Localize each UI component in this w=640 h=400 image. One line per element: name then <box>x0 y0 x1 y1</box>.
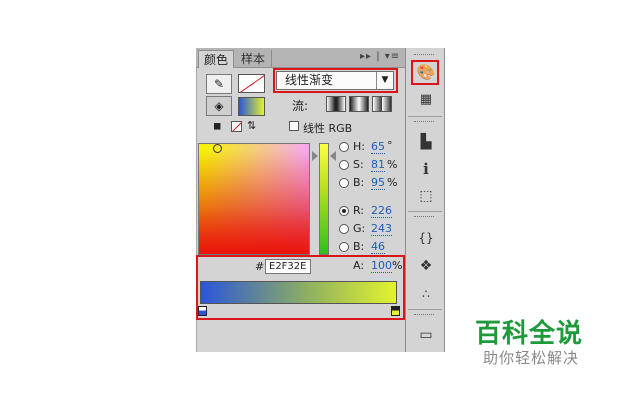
blue-label: B: <box>353 240 365 253</box>
hex-input[interactable]: E2F32E <box>265 259 311 274</box>
alpha-label: A: <box>353 259 365 272</box>
b-value[interactable]: 95 <box>371 176 385 190</box>
tab-color[interactable]: 颜色 <box>198 50 234 68</box>
strip-grip <box>414 216 434 219</box>
default-colors-icon[interactable]: ◼ <box>213 121 221 132</box>
s-unit: % <box>387 158 398 171</box>
gradient-bar[interactable] <box>200 281 397 304</box>
hex-prefix: # <box>255 260 265 273</box>
fill-type-select[interactable]: 线性渐变 ▼ <box>276 71 394 90</box>
s-radio[interactable] <box>339 160 349 170</box>
linear-rgb-checkbox[interactable] <box>289 121 299 131</box>
fill-type-value: 线性渐变 <box>285 73 334 87</box>
color-field-shade <box>199 144 309 254</box>
b-radio[interactable] <box>339 178 349 188</box>
blue-value[interactable]: 46 <box>371 240 385 254</box>
flow-reflect-button[interactable] <box>349 96 369 112</box>
strip-separator <box>408 309 442 310</box>
hue-slider-left-handle[interactable] <box>312 151 318 161</box>
transform-icon[interactable]: ⬚ <box>415 186 437 206</box>
swatch-grid-icon[interactable]: ▦ <box>415 90 437 110</box>
color-field-cursor[interactable] <box>213 144 222 153</box>
chevron-down-icon: ▼ <box>376 72 393 89</box>
r-value[interactable]: 226 <box>371 204 392 218</box>
pencil-icon: ✎ <box>213 77 225 91</box>
r-radio[interactable] <box>339 206 349 216</box>
motion-icon[interactable]: ∴ <box>415 284 437 304</box>
no-color-icon[interactable] <box>231 121 242 132</box>
hue-slider-right-handle[interactable] <box>330 151 336 161</box>
color-palette-icon[interactable]: 🎨 <box>415 62 437 82</box>
stroke-color-tool[interactable]: ✎ <box>206 74 232 94</box>
components-icon[interactable]: ❖ <box>415 256 437 276</box>
align-icon[interactable]: ▙ <box>415 132 437 152</box>
alpha-unit: % <box>392 259 403 272</box>
s-label: S: <box>353 158 364 171</box>
strip-separator <box>408 116 442 117</box>
strip-separator <box>408 211 442 212</box>
h-label: H: <box>353 140 365 153</box>
paint-bucket-icon: ◈ <box>214 99 224 113</box>
b-label: B: <box>353 176 365 189</box>
s-value[interactable]: 81 <box>371 158 385 172</box>
flow-repeat-button[interactable] <box>372 96 392 112</box>
info-icon[interactable]: ℹ <box>415 159 437 179</box>
fill-color-swatch[interactable] <box>238 97 265 116</box>
blue-radio[interactable] <box>339 242 349 252</box>
library-icon[interactable]: ▭ <box>415 325 437 345</box>
alpha-value[interactable]: 100 <box>371 259 392 273</box>
h-radio[interactable] <box>339 142 349 152</box>
panel-menu-controls[interactable]: ▸▸ | ▾≡ <box>360 51 400 62</box>
gradient-stop-left[interactable] <box>198 306 207 316</box>
watermark-title: 百科全说 <box>475 319 584 349</box>
strip-grip <box>414 54 434 57</box>
swap-colors-icon[interactable]: ⇅ <box>247 119 256 132</box>
fill-color-tool[interactable]: ◈ <box>206 96 232 116</box>
r-label: R: <box>353 204 365 217</box>
g-value[interactable]: 243 <box>371 222 392 236</box>
strip-grip <box>414 121 434 124</box>
tab-swatches[interactable]: 样本 <box>236 50 272 68</box>
no-color-slash-icon <box>239 75 264 92</box>
stroke-color-swatch[interactable] <box>238 74 265 93</box>
brightness-slider[interactable] <box>319 143 329 255</box>
h-value[interactable]: 65 <box>371 140 385 154</box>
linear-rgb-label: 线性 RGB <box>303 122 353 135</box>
h-unit: ° <box>387 139 393 152</box>
flow-label: 流: <box>292 99 309 113</box>
strip-grip <box>414 314 434 317</box>
g-label: G: <box>353 222 366 235</box>
b-unit: % <box>387 176 398 189</box>
g-radio[interactable] <box>339 224 349 234</box>
watermark-subtitle: 助你轻松解决 <box>483 349 580 367</box>
code-icon[interactable]: {} <box>415 228 437 248</box>
gradient-stop-right[interactable] <box>391 306 400 316</box>
flow-extend-button[interactable] <box>326 96 346 112</box>
